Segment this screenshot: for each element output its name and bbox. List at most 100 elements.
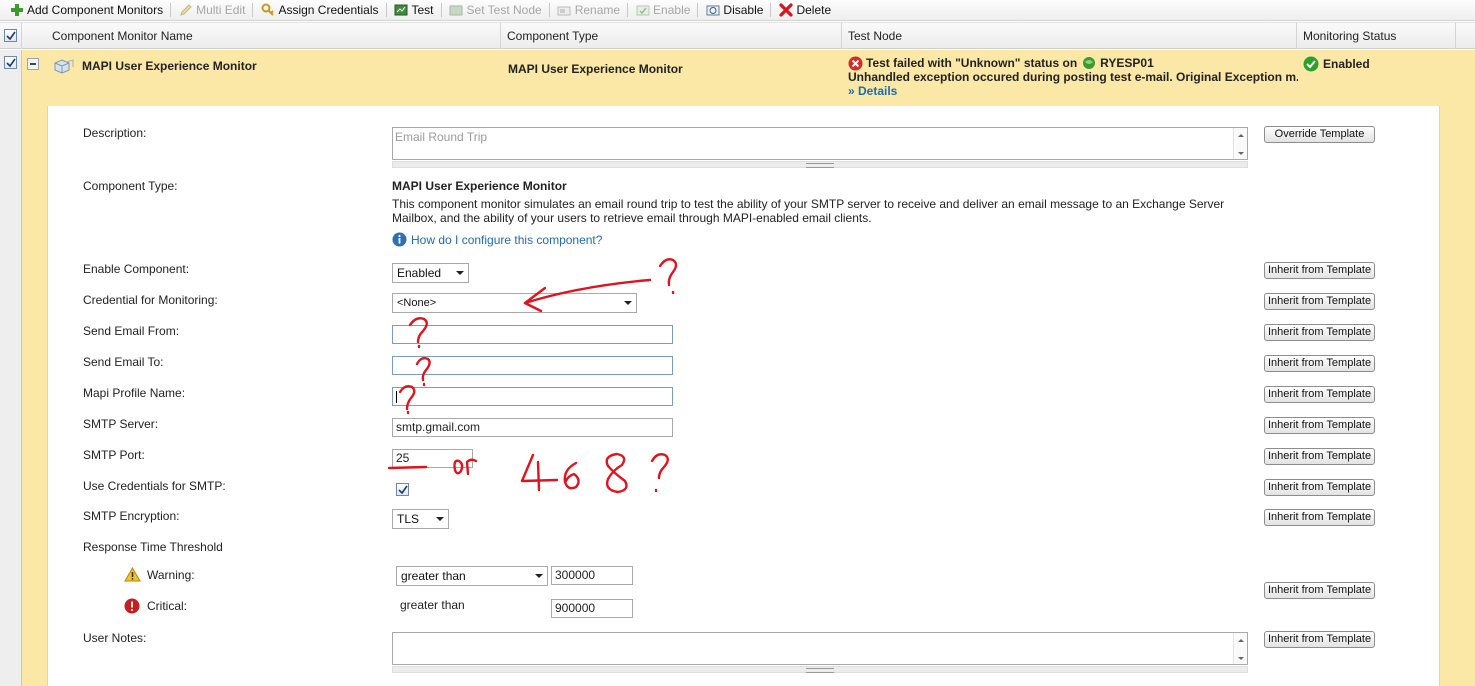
pencil-icon <box>178 3 193 18</box>
enable-label: Enable <box>653 3 691 17</box>
inherit-smtp-encryption-button[interactable]: Inherit from Template <box>1264 509 1375 526</box>
set-test-node-button[interactable]: Set Test Node <box>444 0 547 20</box>
text-cursor <box>396 391 397 403</box>
credential-value: <None> <box>397 297 437 309</box>
inherit-credential-button[interactable]: Inherit from Template <box>1264 293 1375 310</box>
collapse-toggle[interactable] <box>27 58 39 70</box>
critical-threshold-input[interactable]: 900000 <box>551 599 633 618</box>
threshold-label: Response Time Threshold <box>83 540 223 554</box>
multi-edit-button[interactable]: Multi Edit <box>173 0 250 20</box>
details-link[interactable]: » Details <box>848 84 1298 98</box>
component-type-desc-line2: Mailbox, and the ability of your users t… <box>392 211 872 225</box>
key-icon <box>260 3 275 18</box>
rename-icon <box>557 3 572 18</box>
help-link[interactable]: How do I configure this component? <box>392 232 602 247</box>
send-from-input[interactable] <box>392 325 673 344</box>
user-notes-textarea[interactable] <box>392 632 1248 665</box>
row-monitor-name[interactable]: MAPI User Experience Monitor <box>82 59 257 73</box>
add-label: Add Component Monitors <box>27 3 164 17</box>
node-icon <box>449 3 464 18</box>
inherit-mapi-profile-button[interactable]: Inherit from Template <box>1264 386 1375 403</box>
column-header-name-label: Component Monitor Name <box>52 29 193 43</box>
column-header-test-node[interactable]: Test Node <box>842 23 1297 49</box>
description-textarea[interactable]: Email Round Trip <box>392 127 1248 160</box>
warning-operator-value: greater than <box>401 569 466 583</box>
add-component-monitors-button[interactable]: Add Component Monitors <box>4 0 168 20</box>
chevron-down-icon <box>535 574 543 578</box>
inherit-user-notes-button[interactable]: Inherit from Template <box>1264 631 1375 648</box>
delete-button[interactable]: Delete <box>773 0 836 20</box>
use-credentials-label: Use Credentials for SMTP: <box>83 479 226 493</box>
row-checkbox[interactable] <box>4 56 17 69</box>
monitoring-status: Enabled <box>1303 56 1370 72</box>
rename-button[interactable]: Rename <box>552 0 625 20</box>
credential-label: Credential for Monitoring: <box>83 293 218 307</box>
mapi-profile-label: Mapi Profile Name: <box>83 386 186 400</box>
enable-component-select[interactable]: Enabled <box>392 263 469 283</box>
inherit-use-credentials-button[interactable]: Inherit from Template <box>1264 479 1375 496</box>
smtp-port-label: SMTP Port: <box>83 448 145 462</box>
enable-component-value: Enabled <box>397 266 442 280</box>
enable-button[interactable]: Enable <box>630 0 695 20</box>
critical-row-label: Critical: <box>124 598 187 614</box>
test-node-name[interactable]: RYESP01 <box>1100 56 1154 70</box>
description-scrollbar[interactable] <box>1233 128 1247 159</box>
send-to-input[interactable] <box>392 356 673 375</box>
test-label: Test <box>411 3 434 17</box>
set-test-node-label: Set Test Node <box>466 3 542 17</box>
select-all-checkbox[interactable] <box>4 29 17 42</box>
mapi-profile-input[interactable] <box>392 387 673 406</box>
smtp-encryption-label: SMTP Encryption: <box>83 509 180 523</box>
disable-icon <box>705 3 720 18</box>
assign-credentials-button[interactable]: Assign Credentials <box>255 0 383 20</box>
smtp-server-input[interactable]: smtp.gmail.com <box>392 418 673 437</box>
monitoring-status-text: Enabled <box>1323 57 1370 71</box>
inherit-smtp-port-button[interactable]: Inherit from Template <box>1264 448 1375 465</box>
column-header-type[interactable]: Component Type <box>501 23 842 49</box>
delete-x-icon <box>778 3 793 18</box>
error-icon <box>848 56 863 71</box>
multi-edit-label: Multi Edit <box>196 3 246 17</box>
inherit-smtp-server-button[interactable]: Inherit from Template <box>1264 417 1375 434</box>
override-template-button[interactable]: Override Template <box>1264 126 1375 143</box>
disable-button[interactable]: Disable <box>700 0 768 20</box>
test-message: Unhandled exception occured during posti… <box>848 70 1298 84</box>
disable-label: Disable <box>723 3 764 17</box>
chevron-down-icon <box>456 271 464 275</box>
smtp-port-input[interactable]: 25 <box>392 449 473 468</box>
node-globe-icon <box>1082 56 1096 70</box>
enable-icon <box>635 3 650 18</box>
credential-select[interactable]: <None> <box>392 293 637 313</box>
component-type-title: MAPI User Experience Monitor <box>392 179 567 193</box>
smtp-encryption-select[interactable]: TLS <box>392 509 449 529</box>
warning-threshold-input[interactable]: 300000 <box>551 566 633 585</box>
toolbar: Add Component Monitors Multi Edit Assign… <box>0 0 1475 21</box>
warning-operator-select[interactable]: greater than <box>396 566 548 586</box>
description-placeholder: Email Round Trip <box>395 130 488 144</box>
delete-label: Delete <box>796 3 832 17</box>
row-component-type: MAPI User Experience Monitor <box>508 62 683 76</box>
smtp-encryption-value: TLS <box>397 512 420 526</box>
enable-component-label: Enable Component: <box>83 262 190 276</box>
send-from-label: Send Email From: <box>83 324 180 338</box>
warning-row-label: Warning: <box>124 567 195 582</box>
use-credentials-checkbox[interactable] <box>396 483 409 496</box>
column-header-status-label: Monitoring Status <box>1303 29 1397 43</box>
critical-label: Critical: <box>147 599 188 613</box>
description-resize-grip[interactable] <box>392 161 1248 168</box>
test-button[interactable]: Test <box>389 0 439 20</box>
inherit-send-from-button[interactable]: Inherit from Template <box>1264 324 1375 341</box>
column-header-name[interactable]: Component Monitor Name <box>46 23 501 49</box>
user-notes-resize-grip[interactable] <box>392 666 1248 673</box>
send-to-label: Send Email To: <box>83 355 164 369</box>
warning-triangle-icon <box>124 567 141 582</box>
column-header-status[interactable]: Monitoring Status <box>1297 23 1456 49</box>
component-cube-icon <box>52 57 76 77</box>
inherit-enable-button[interactable]: Inherit from Template <box>1264 262 1375 279</box>
user-notes-scrollbar[interactable] <box>1233 633 1247 664</box>
critical-operator-text: greater than <box>400 598 465 612</box>
inherit-threshold-button[interactable]: Inherit from Template <box>1264 582 1375 599</box>
component-type-description: This component monitor simulates an emai… <box>392 197 1262 225</box>
inherit-send-to-button[interactable]: Inherit from Template <box>1264 355 1375 372</box>
chevron-down-icon <box>624 301 632 305</box>
